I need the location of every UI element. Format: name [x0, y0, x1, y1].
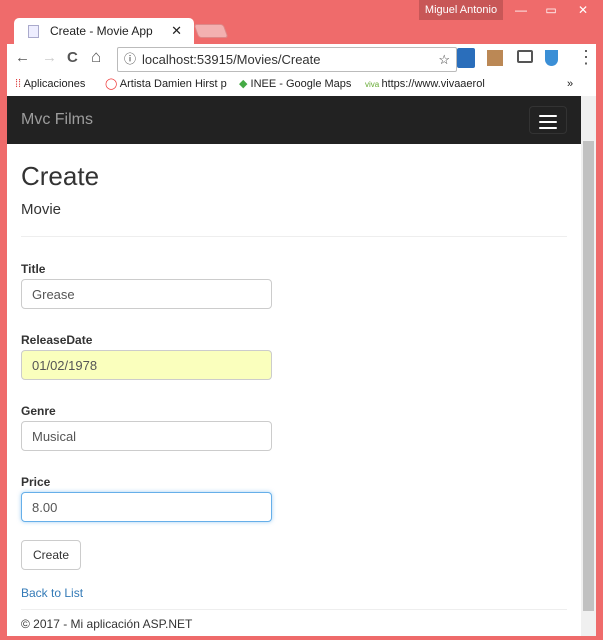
page-viewport: Mvc Films Create Movie Title ReleaseDate…: [7, 96, 581, 636]
maximize-button[interactable]: ▭: [536, 0, 566, 20]
genre-label: Genre: [21, 404, 56, 418]
maps-icon: ◆: [239, 78, 251, 90]
page-title: Create: [21, 161, 100, 191]
apps-grid-icon: ⁞⁞: [15, 78, 24, 90]
scrollbar-thumb[interactable]: [583, 141, 594, 611]
back-to-list-link[interactable]: Back to List: [21, 586, 567, 600]
footer-divider: [21, 609, 567, 610]
hamburger-menu-icon[interactable]: [529, 106, 567, 134]
reload-icon[interactable]: C: [67, 49, 78, 66]
bookmark-vivaaerobus[interactable]: viva https://www.vivaaerol: [365, 74, 485, 95]
title-label: Title: [21, 262, 46, 276]
new-tab-button[interactable]: [193, 24, 229, 38]
menu-icon[interactable]: ⋮: [577, 47, 595, 68]
tab-title: Create - Movie App: [50, 24, 153, 38]
info-icon[interactable]: ⓘ: [124, 48, 136, 71]
genre-input[interactable]: [21, 421, 272, 451]
release-date-label: ReleaseDate: [21, 333, 93, 347]
browser-tab[interactable]: Create - Movie App ✕: [14, 18, 194, 45]
window-titlebar: Miguel Antonio — ▭ ✕ Create - Movie App …: [0, 0, 603, 45]
extension-o12-icon[interactable]: [457, 48, 475, 68]
viva-icon: viva: [365, 80, 382, 89]
bookmark-damien-hirst[interactable]: ◯ Artista Damien Hirst p: [105, 74, 227, 94]
extension-crest-icon[interactable]: [487, 50, 503, 66]
divider: [21, 236, 567, 237]
more-bookmarks-icon[interactable]: »: [567, 74, 573, 94]
home-icon[interactable]: ⌂: [91, 47, 101, 67]
bookmark-inee-maps[interactable]: ◆ INEE - Google Maps: [239, 74, 351, 94]
create-button[interactable]: Create: [21, 540, 82, 570]
price-input[interactable]: [21, 492, 272, 522]
page-icon: [28, 25, 39, 38]
forward-icon[interactable]: →: [42, 49, 57, 66]
url-text: localhost:53915/Movies/Create: [142, 52, 321, 67]
close-tab-icon[interactable]: ✕: [171, 18, 182, 44]
cast-icon[interactable]: [517, 50, 533, 63]
bookmark-star-icon[interactable]: ☆: [438, 48, 450, 71]
address-bar[interactable]: ⓘ localhost:53915/Movies/Create ☆: [117, 47, 457, 72]
browser-toolbar: ← → C ⌂ ⓘ localhost:53915/Movies/Create …: [7, 44, 596, 74]
navbar: Mvc Films: [7, 96, 581, 144]
title-input[interactable]: [21, 279, 272, 309]
price-label: Price: [21, 475, 51, 489]
shield-extension-icon[interactable]: [545, 50, 558, 66]
minimize-button[interactable]: —: [506, 0, 536, 20]
opera-icon: ◯: [105, 78, 120, 90]
brand-link[interactable]: Mvc Films: [21, 111, 93, 129]
footer-text: © 2017 - Mi aplicación ASP.NET: [21, 617, 193, 631]
release-date-input[interactable]: [21, 350, 272, 380]
page-subtitle: Movie: [21, 201, 62, 218]
scrollbar[interactable]: [581, 96, 596, 636]
close-window-button[interactable]: ✕: [568, 0, 598, 20]
profile-button[interactable]: Miguel Antonio: [419, 0, 503, 20]
bookmarks-bar: ⁞⁞ Aplicaciones ◯ Artista Damien Hirst p…: [7, 74, 596, 96]
back-icon[interactable]: ←: [15, 49, 30, 66]
bookmark-apps[interactable]: ⁞⁞ Aplicaciones: [15, 74, 85, 94]
